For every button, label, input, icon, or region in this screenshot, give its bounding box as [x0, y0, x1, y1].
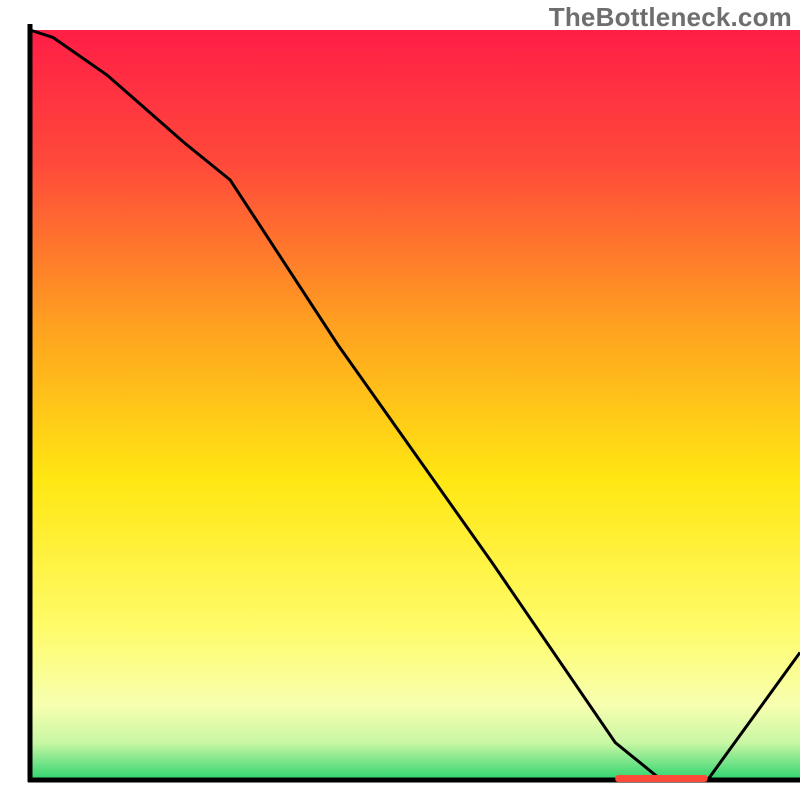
watermark-label: TheBottleneck.com — [549, 2, 792, 33]
bottleneck-chart — [0, 0, 800, 800]
plot-area — [30, 30, 800, 780]
optimal-marker — [615, 775, 707, 782]
chart-container: TheBottleneck.com — [0, 0, 800, 800]
